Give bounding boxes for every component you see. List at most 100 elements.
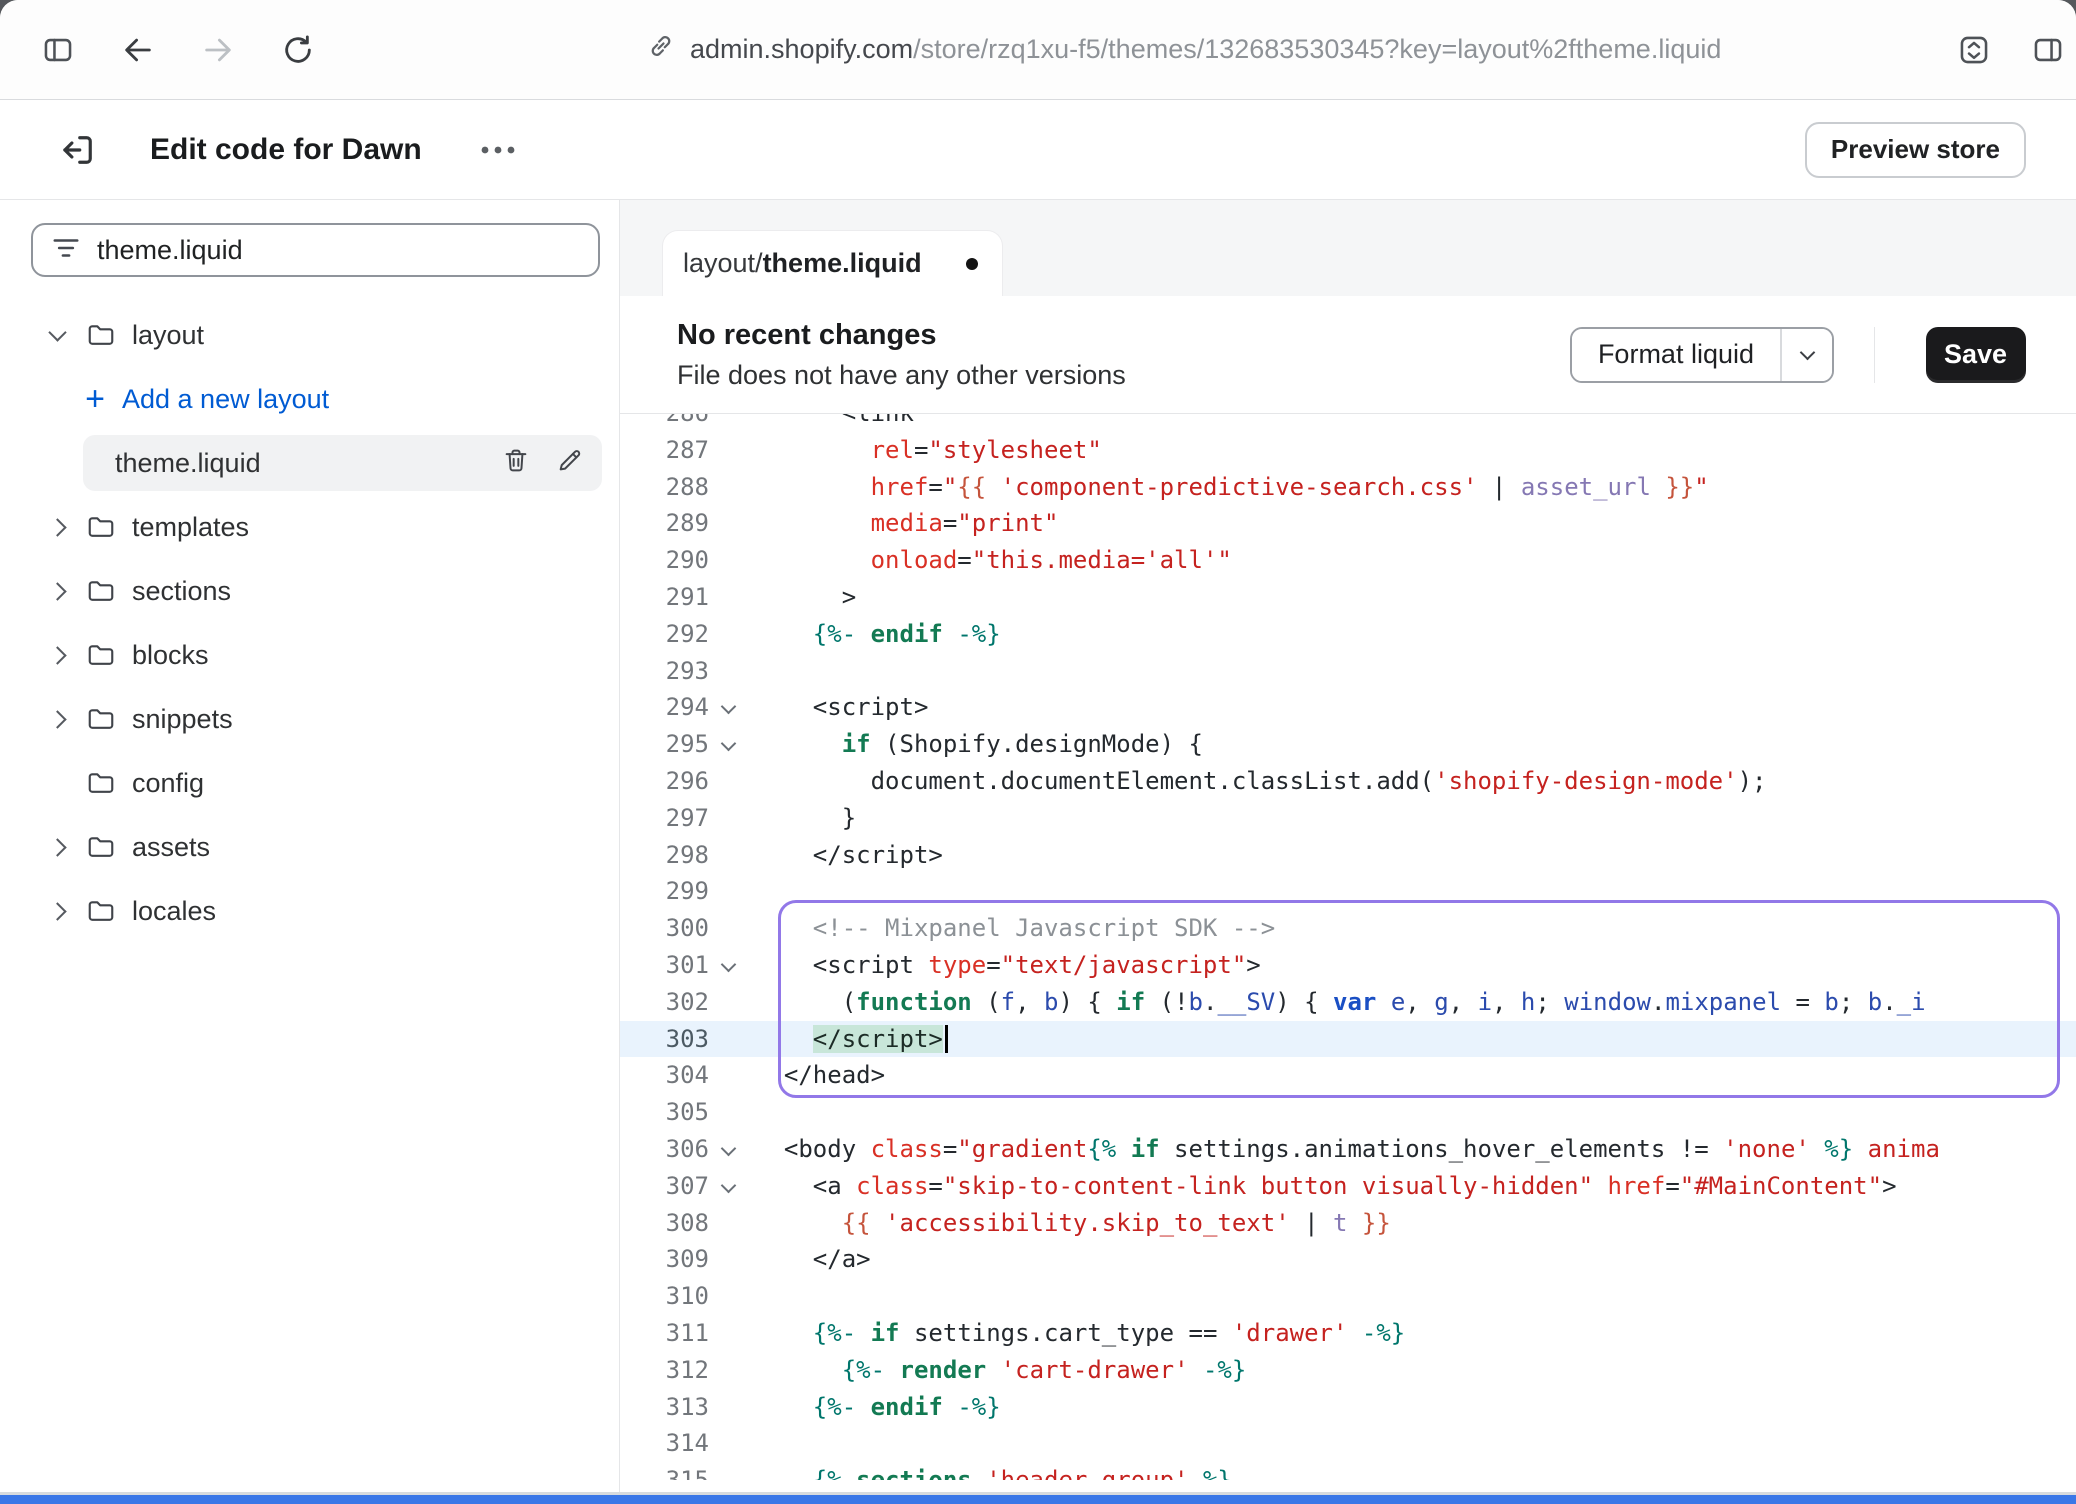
tree-item-templates[interactable]: templates xyxy=(0,495,619,559)
line-number: 314 xyxy=(620,1425,709,1462)
line-number: 298 xyxy=(620,837,709,874)
code-line-286[interactable]: 286 <link xyxy=(620,414,2076,432)
fold-gutter xyxy=(709,414,755,432)
code-line-310[interactable]: 310 xyxy=(620,1278,2076,1315)
fold-chevron-icon[interactable] xyxy=(709,689,755,726)
code-line-312[interactable]: 312 {%- render 'cart-drawer' -%} xyxy=(620,1352,2076,1389)
app-header: Edit code for Dawn Preview store xyxy=(0,100,2076,200)
more-actions-button[interactable] xyxy=(478,144,518,156)
code-line-289[interactable]: 289 media="print" xyxy=(620,505,2076,542)
fold-chevron-icon[interactable] xyxy=(709,947,755,984)
fold-gutter xyxy=(709,505,755,542)
tree-action-add-layout[interactable]: +Add a new layout xyxy=(0,367,619,431)
code-line-294[interactable]: 294 <script> xyxy=(620,689,2076,726)
line-number: 288 xyxy=(620,469,709,506)
folder-icon xyxy=(86,320,116,350)
line-number: 308 xyxy=(620,1205,709,1242)
fold-chevron-icon[interactable] xyxy=(709,726,755,763)
code-editor[interactable]: 286 <link287 rel="stylesheet"288 href="{… xyxy=(620,414,2076,1480)
preview-store-button[interactable]: Preview store xyxy=(1805,122,2026,178)
tree-item-layout[interactable]: layout xyxy=(0,303,619,367)
tree-item-blocks[interactable]: blocks xyxy=(0,623,619,687)
fold-gutter xyxy=(709,910,755,947)
file-tree: layout +Add a new layouttheme.liquidtempl… xyxy=(0,303,619,943)
fold-gutter xyxy=(709,1057,755,1094)
tab-file-name: theme.liquid xyxy=(763,248,922,279)
tree-item-config[interactable]: config xyxy=(0,751,619,815)
save-area: Save xyxy=(1874,327,2076,383)
code-line-287[interactable]: 287 rel="stylesheet" xyxy=(620,432,2076,469)
line-number: 307 xyxy=(620,1168,709,1205)
code-line-302[interactable]: 302 (function (f, b) { if (!b.__SV) { va… xyxy=(620,984,2076,1021)
code-line-293[interactable]: 293 xyxy=(620,653,2076,690)
fold-gutter xyxy=(709,1352,755,1389)
fold-gutter xyxy=(709,984,755,1021)
code-line-313[interactable]: 313 {%- endif -%} xyxy=(620,1389,2076,1426)
back-button[interactable] xyxy=(120,32,156,68)
format-liquid-button[interactable]: Format liquid xyxy=(1572,329,1780,381)
fold-gutter xyxy=(709,1315,755,1352)
code-line-301[interactable]: 301 <script type="text/javascript"> xyxy=(620,947,2076,984)
line-number: 301 xyxy=(620,947,709,984)
sidebar-toggle-icon[interactable] xyxy=(40,32,76,68)
tree-item-snippets[interactable]: snippets xyxy=(0,687,619,751)
tree-item-locales[interactable]: locales xyxy=(0,879,619,943)
right-sidebar-toggle-icon[interactable] xyxy=(2030,32,2066,68)
chevron-right-icon xyxy=(48,518,66,536)
plus-icon: + xyxy=(82,382,108,416)
file-search-box[interactable] xyxy=(31,223,600,277)
tab-switcher-icon[interactable] xyxy=(1956,32,1992,68)
tree-item-theme-liquid[interactable]: theme.liquid xyxy=(83,435,602,491)
code-line-309[interactable]: 309 </a> xyxy=(620,1241,2076,1278)
code-line-304[interactable]: 304 </head> xyxy=(620,1057,2076,1094)
format-liquid-dropdown[interactable] xyxy=(1780,329,1832,381)
url-domain: admin.shopify.com xyxy=(690,34,913,64)
line-number: 304 xyxy=(620,1057,709,1094)
reload-button[interactable] xyxy=(280,32,316,68)
code-line-299[interactable]: 299 xyxy=(620,873,2076,910)
code-line-311[interactable]: 311 {%- if settings.cart_type == 'drawer… xyxy=(620,1315,2076,1352)
code-line-308[interactable]: 308 {{ 'accessibility.skip_to_text' | t … xyxy=(620,1205,2076,1242)
save-button[interactable]: Save xyxy=(1926,327,2026,383)
rename-file-icon[interactable] xyxy=(556,446,584,481)
code-line-300[interactable]: 300 <!-- Mixpanel Javascript SDK --> xyxy=(620,910,2076,947)
code-line-305[interactable]: 305 xyxy=(620,1094,2076,1131)
status-subtitle: File does not have any other versions xyxy=(677,360,1126,391)
file-search-input[interactable] xyxy=(97,235,580,266)
line-number: 312 xyxy=(620,1352,709,1389)
shopify-code-editor-window: admin.shopify.com/store/rzq1xu-f5/themes… xyxy=(0,0,2076,1504)
code-line-303[interactable]: 303 </script> xyxy=(620,1021,2076,1058)
fold-gutter xyxy=(709,542,755,579)
tree-item-sections[interactable]: sections xyxy=(0,559,619,623)
code-line-307[interactable]: 307 <a class="skip-to-content-link butto… xyxy=(620,1168,2076,1205)
fold-chevron-icon[interactable] xyxy=(709,1131,755,1168)
code-line-295[interactable]: 295 if (Shopify.designMode) { xyxy=(620,726,2076,763)
fold-gutter xyxy=(709,1278,755,1315)
code-line-296[interactable]: 296 document.documentElement.classList.a… xyxy=(620,763,2076,800)
fold-chevron-icon[interactable] xyxy=(709,1168,755,1205)
code-line-291[interactable]: 291 > xyxy=(620,579,2076,616)
code-line-290[interactable]: 290 onload="this.media='all'" xyxy=(620,542,2076,579)
code-line-315[interactable]: 315 {% sections 'header-group' %} xyxy=(620,1462,2076,1480)
tab-layout-theme-liquid[interactable]: layout/theme.liquid xyxy=(662,230,1003,296)
line-number: 305 xyxy=(620,1094,709,1131)
exit-code-editor-button[interactable] xyxy=(56,128,100,172)
url-bar[interactable]: admin.shopify.com/store/rzq1xu-f5/themes… xyxy=(646,31,1721,68)
line-number: 296 xyxy=(620,763,709,800)
line-number: 291 xyxy=(620,579,709,616)
fold-gutter xyxy=(709,432,755,469)
code-line-292[interactable]: 292 {%- endif -%} xyxy=(620,616,2076,653)
chevron-down-icon xyxy=(1799,345,1815,361)
code-line-288[interactable]: 288 href="{{ 'component-predictive-searc… xyxy=(620,469,2076,506)
code-line-314[interactable]: 314 xyxy=(620,1425,2076,1462)
forward-button[interactable] xyxy=(200,32,236,68)
tree-item-label: layout xyxy=(132,320,204,351)
code-line-298[interactable]: 298 </script> xyxy=(620,837,2076,874)
delete-file-icon[interactable] xyxy=(502,446,530,481)
code-line-306[interactable]: 306 <body class="gradient{% if settings.… xyxy=(620,1131,2076,1168)
tree-item-assets[interactable]: assets xyxy=(0,815,619,879)
code-line-297[interactable]: 297 } xyxy=(620,800,2076,837)
line-number: 292 xyxy=(620,616,709,653)
fold-gutter xyxy=(709,1462,755,1480)
line-number: 306 xyxy=(620,1131,709,1168)
